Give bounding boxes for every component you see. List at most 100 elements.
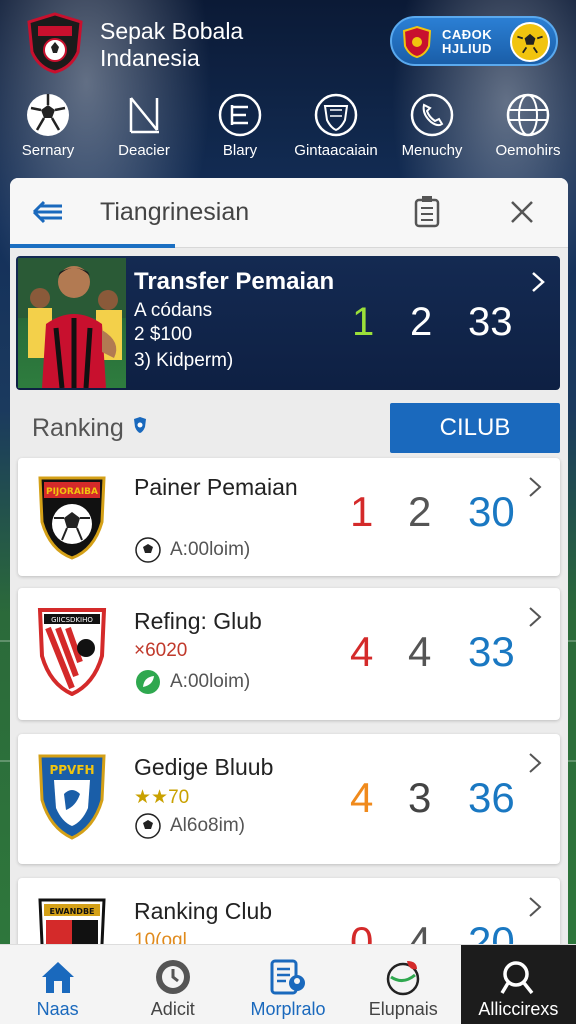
club-badge-text: CAÐOK HJLIUD bbox=[442, 28, 492, 56]
category-label: Blary bbox=[222, 142, 258, 159]
category-label: Sernary bbox=[21, 142, 75, 159]
club-meta: A:00loim) bbox=[134, 536, 250, 564]
chevron-right-icon bbox=[529, 477, 542, 497]
nav-item-explore[interactable]: Elupnais bbox=[346, 945, 461, 1024]
category-item-3[interactable]: Gintaacaiain bbox=[288, 90, 384, 168]
category-label: Oemohirs bbox=[495, 142, 561, 159]
svg-text:GIICSDKIHO: GIICSDKIHO bbox=[51, 616, 93, 624]
svg-text:EWANDBE: EWANDBE bbox=[49, 907, 94, 916]
clipboard-delete-icon[interactable] bbox=[412, 194, 442, 228]
nav-label: Adicit bbox=[150, 999, 195, 1019]
globe-leaf-icon bbox=[386, 961, 420, 996]
club-crest-icon: GIICSDKIHO bbox=[37, 608, 107, 696]
nav-label: Morplralo bbox=[250, 999, 326, 1019]
club-sub: ★★70 bbox=[134, 787, 190, 808]
list-icon bbox=[218, 93, 262, 137]
app-title: Sepak Bobala Indanesia bbox=[100, 18, 243, 72]
club-stat-1: 4 bbox=[350, 628, 374, 675]
club-stat-2: 2 bbox=[408, 488, 432, 535]
feature-stat-3: 33 bbox=[468, 300, 513, 344]
transfer-feature-card[interactable]: Transfer Pemaian A códans 2 $100 3) Kidp… bbox=[16, 256, 560, 390]
club-meta-text: A:00loim) bbox=[170, 671, 251, 693]
club-meta-text: A:00loim) bbox=[170, 539, 251, 561]
club-crest-icon: PIJORAIBA bbox=[38, 476, 106, 560]
chevron-right-icon bbox=[529, 897, 542, 917]
svg-text:PIJORAIBA: PIJORAIBA bbox=[46, 487, 98, 497]
club-crest-icon bbox=[402, 26, 432, 58]
app-logo-icon bbox=[27, 12, 83, 74]
leaf-icon bbox=[136, 670, 160, 694]
nav-label: Alliccirexs bbox=[478, 999, 559, 1019]
club-name: Ranking Club bbox=[134, 898, 273, 924]
club-badge-line1: CAÐOK bbox=[442, 27, 493, 42]
category-item-4[interactable]: Menuchy bbox=[384, 90, 480, 168]
app-header: Sepak Bobala Indanesia CAÐOK HJLIUD bbox=[0, 0, 576, 86]
club-card-2[interactable]: PPVFH Gedige Bluub ★★70 Al6o8im) 4 3 36 bbox=[18, 734, 560, 864]
feature-stat-1: 1 bbox=[352, 300, 375, 344]
category-item-1[interactable]: Deacier bbox=[96, 90, 192, 168]
club-stat-1: 1 bbox=[350, 488, 374, 535]
panel-header: Tiangrinesian bbox=[10, 178, 568, 248]
feature-line-3: 3) Kidperm) bbox=[134, 350, 234, 371]
club-sub: ×6020 bbox=[134, 640, 188, 661]
club-stat-2: 4 bbox=[408, 628, 432, 675]
nav-item-home[interactable]: Naas bbox=[0, 945, 115, 1024]
main-panel: Tiangrinesian Transfer Pemaian A códans … bbox=[10, 178, 568, 958]
category-item-2[interactable]: Blary bbox=[192, 90, 288, 168]
panel-title: Tiangrinesian bbox=[100, 198, 250, 226]
category-item-0[interactable]: Sernary bbox=[0, 90, 96, 168]
category-label: Gintaacaiain bbox=[294, 142, 378, 159]
club-badge-button[interactable]: CAÐOK HJLIUD bbox=[390, 16, 558, 66]
soccer-ball-icon bbox=[27, 94, 69, 136]
soccer-ball-icon bbox=[135, 537, 161, 563]
category-item-5[interactable]: Oemohirs bbox=[480, 90, 576, 168]
club-button[interactable]: CILUB bbox=[390, 403, 560, 453]
feature-line-1: A códans bbox=[134, 300, 213, 321]
club-meta: A:00loim) bbox=[134, 668, 250, 696]
club-stat-2: 3 bbox=[408, 774, 432, 821]
club-card-0[interactable]: PIJORAIBA Painer Pemaian A:00loim) 1 2 3… bbox=[18, 458, 560, 576]
shield-icon bbox=[134, 417, 146, 433]
club-card-1[interactable]: GIICSDKIHO Refing: Glub ×6020 A:00loim) … bbox=[18, 588, 560, 720]
club-name: Painer Pemaian bbox=[134, 474, 298, 500]
close-icon[interactable] bbox=[506, 196, 538, 228]
feature-title: Transfer Pemaian bbox=[134, 268, 335, 295]
post-icon bbox=[129, 97, 159, 134]
club-meta: Al6o8im) bbox=[134, 812, 245, 840]
bottom-nav: Naas Adicit Morplralo Elupnais Alliccire… bbox=[0, 944, 576, 1024]
search-icon bbox=[500, 961, 534, 995]
club-stat-3: 33 bbox=[468, 628, 515, 675]
nav-label: Naas bbox=[36, 999, 79, 1019]
nav-label: Elupnais bbox=[368, 999, 438, 1019]
club-name: Gedige Bluub bbox=[134, 754, 274, 780]
phone-icon bbox=[410, 93, 454, 137]
back-arrow-icon[interactable] bbox=[30, 196, 66, 228]
player-image bbox=[18, 258, 126, 388]
club-badge-line2: HJLIUD bbox=[442, 41, 492, 56]
soccer-ball-icon bbox=[510, 22, 550, 62]
clock-icon bbox=[155, 960, 190, 994]
nav-item-search[interactable]: Alliccirexs bbox=[460, 945, 576, 1024]
club-crest-icon: PPVFH bbox=[38, 754, 106, 840]
svg-text:PPVFH: PPVFH bbox=[49, 763, 94, 777]
ranking-label: Ranking bbox=[32, 414, 124, 442]
app-title-line2: Indanesia bbox=[100, 45, 200, 71]
feature-line-2: 2 $100 bbox=[134, 324, 193, 345]
club-stat-1: 4 bbox=[350, 774, 374, 821]
app-title-line1: Sepak Bobala bbox=[100, 18, 244, 44]
club-meta-text: Al6o8im) bbox=[170, 815, 245, 837]
nav-item-profile[interactable]: Morplralo bbox=[230, 945, 345, 1024]
feature-stat-2: 2 bbox=[410, 300, 433, 344]
category-nav: Sernary Deacier Blary Gintaacaiain Menuc… bbox=[0, 90, 576, 168]
chevron-right-icon bbox=[532, 272, 545, 292]
club-stat-3: 36 bbox=[468, 774, 515, 821]
shield-emblem-icon bbox=[314, 93, 358, 137]
ranking-bar: Ranking CILUB bbox=[10, 400, 568, 456]
club-stat-3: 30 bbox=[468, 488, 515, 535]
nav-item-activity[interactable]: Adicit bbox=[115, 945, 230, 1024]
club-name: Refing: Glub bbox=[134, 608, 262, 634]
soccer-ball-icon bbox=[135, 813, 161, 839]
player-photo bbox=[18, 258, 126, 388]
category-label: Menuchy bbox=[401, 142, 463, 159]
profile-card-icon bbox=[270, 959, 305, 995]
